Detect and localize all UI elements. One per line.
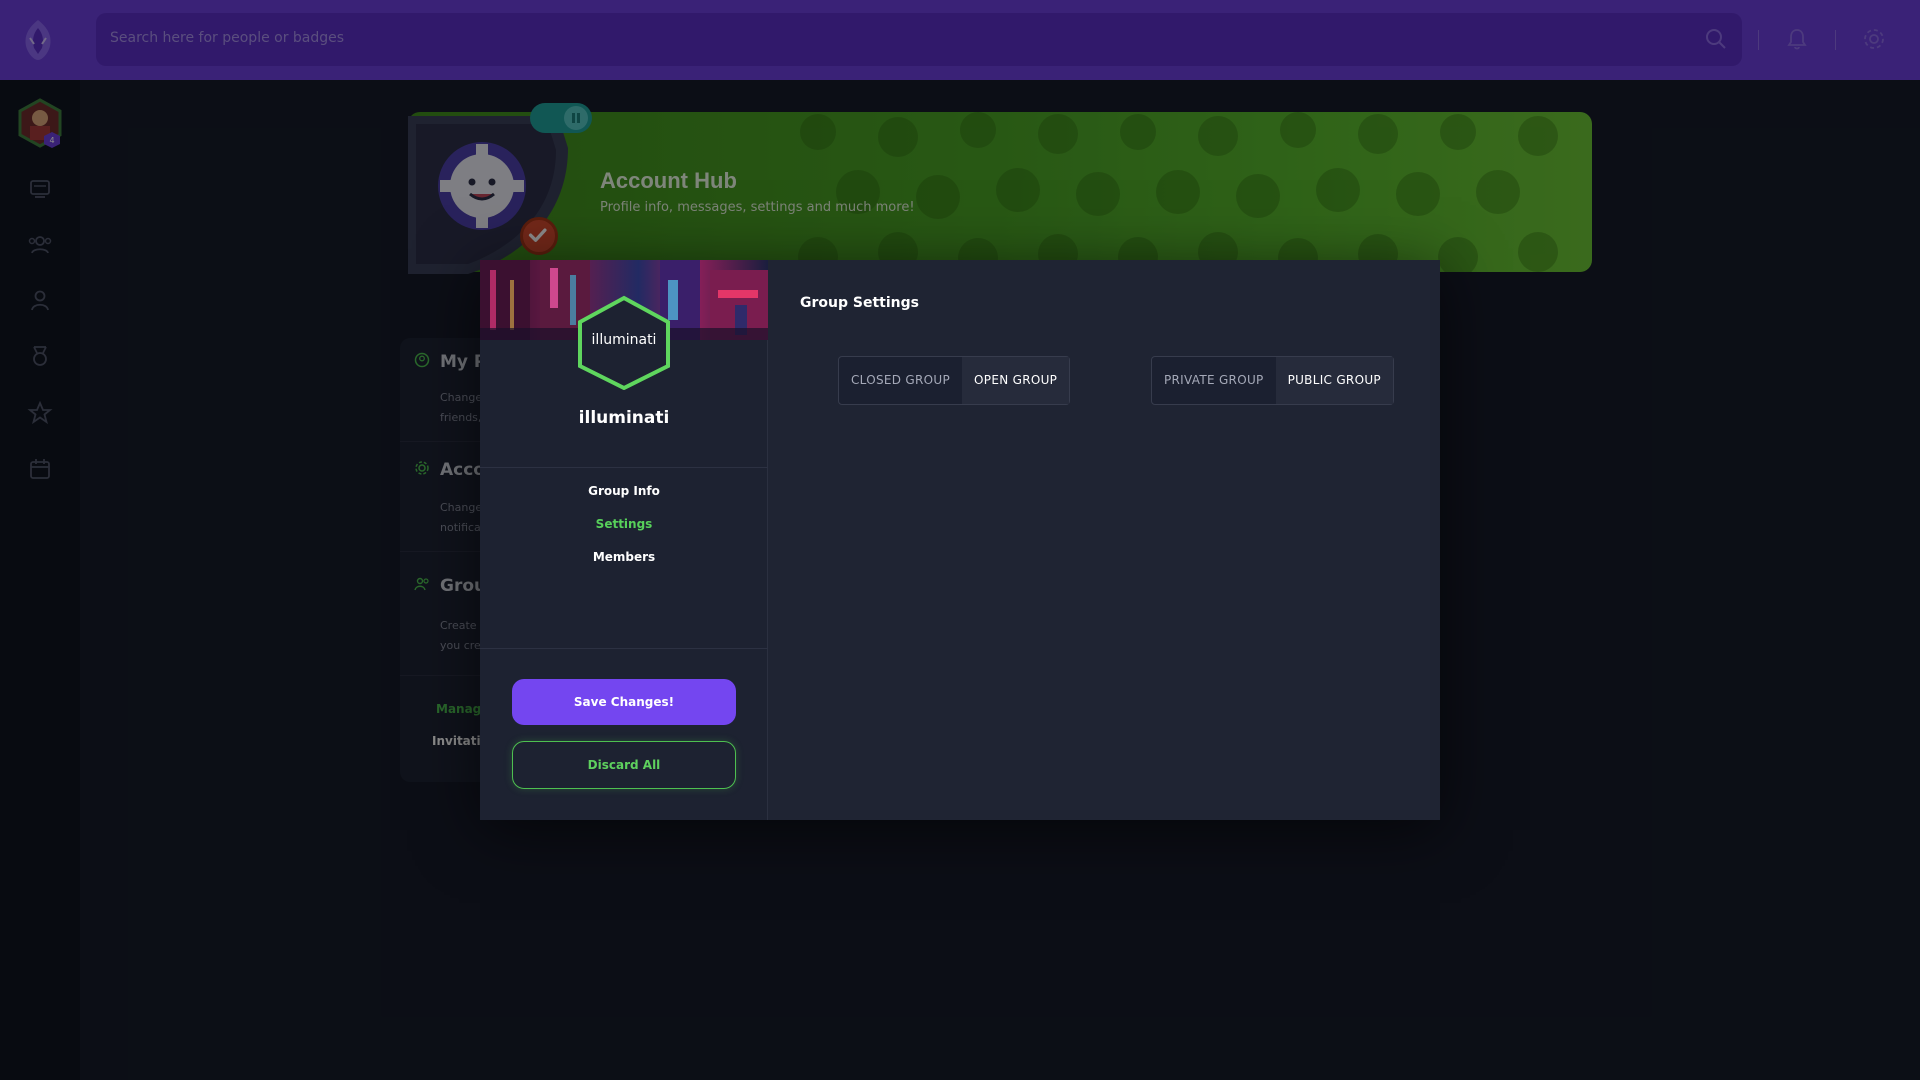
discard-all-button[interactable]: Discard All <box>512 741 736 789</box>
private-group-option[interactable]: PRIVATE GROUP <box>1152 357 1276 404</box>
tab-group-info[interactable]: Group Info <box>480 484 768 498</box>
open-group-option[interactable]: OPEN GROUP <box>962 357 1070 404</box>
divider <box>480 648 768 649</box>
tab-settings[interactable]: Settings <box>480 517 768 531</box>
public-group-option[interactable]: PUBLIC GROUP <box>1275 357 1393 404</box>
closed-group-option[interactable]: CLOSED GROUP <box>839 357 962 404</box>
group-access-toggle: CLOSED GROUP OPEN GROUP <box>838 356 1071 405</box>
tab-members[interactable]: Members <box>480 550 768 564</box>
group-name: illuminati <box>578 408 670 428</box>
save-changes-button[interactable]: Save Changes! <box>512 679 736 725</box>
settings-title: Group Settings <box>800 295 919 311</box>
divider <box>480 467 768 468</box>
group-hex-label: illuminati <box>591 332 657 348</box>
group-visibility-toggle: PRIVATE GROUP PUBLIC GROUP <box>1151 356 1394 405</box>
group-settings-modal: illuminati illuminati Group Info Setting… <box>480 260 1440 820</box>
modal-sidebar: illuminati illuminati Group Info Setting… <box>480 260 768 820</box>
